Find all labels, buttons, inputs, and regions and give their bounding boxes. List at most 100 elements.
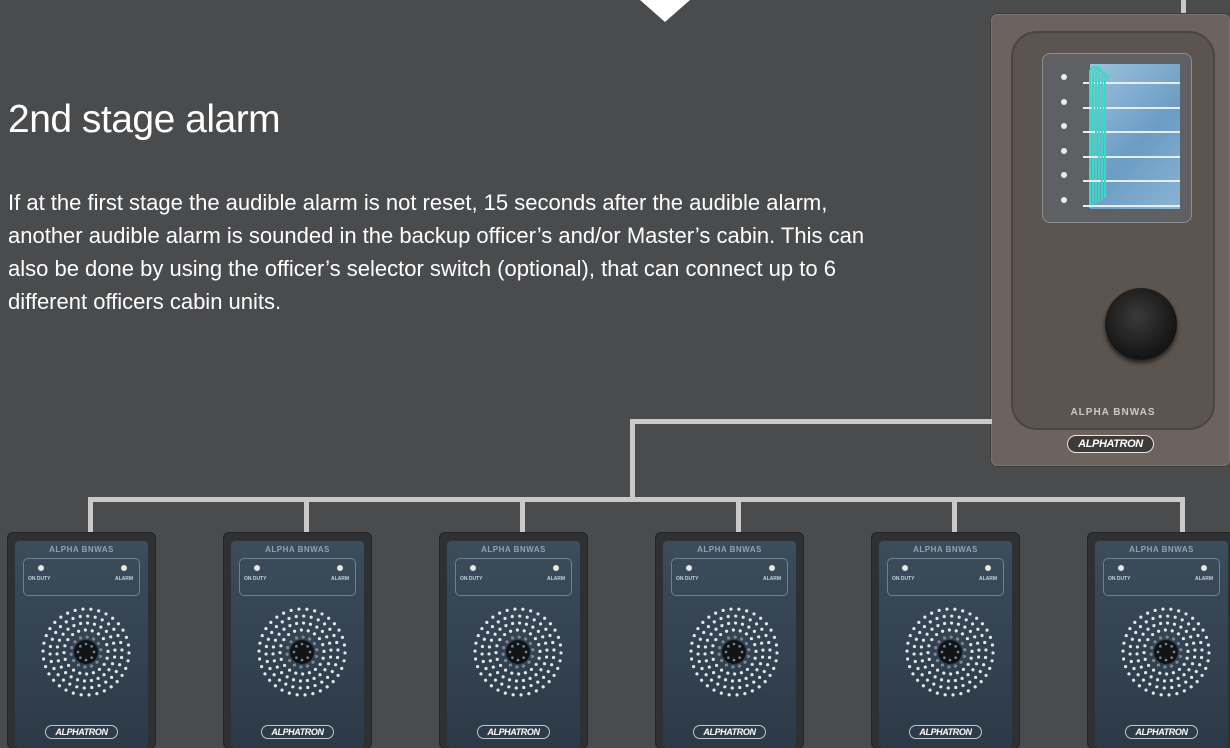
speaker-hole [498, 663, 503, 668]
cabin-unit-title: ALPHA BNWAS [1129, 545, 1194, 554]
speaker-hole [723, 678, 728, 682]
speaker-hole [536, 612, 540, 616]
speaker-hole [750, 662, 754, 667]
speaker-hole [940, 650, 944, 654]
cabin-unit-logo: ALPHATRON [879, 722, 1012, 740]
speaker-hole [970, 649, 974, 653]
speaker-hole [1129, 659, 1133, 664]
speaker-hole [320, 612, 324, 616]
speaker-hole [300, 642, 304, 646]
speaker-hole [558, 643, 563, 647]
speaker-hole [76, 650, 80, 654]
speaker-hole [712, 688, 716, 692]
speaker-hole [99, 648, 103, 652]
speaker-hole [1122, 641, 1126, 645]
speaker-hole [70, 632, 75, 637]
status-panel: ON DUTY ALARM [455, 558, 572, 596]
alarm-label: ALARM [1195, 576, 1214, 582]
speaker-hole [544, 641, 548, 645]
speaker-hole [41, 657, 46, 661]
display-line [1083, 180, 1180, 182]
speaker-hole [1187, 668, 1191, 672]
speaker-hole [89, 678, 93, 683]
on-duty-led [902, 565, 908, 571]
speaker-hole [55, 645, 60, 649]
speaker-hole [75, 685, 79, 689]
speaker-hole [53, 620, 57, 624]
speaker-hole [68, 682, 72, 686]
speaker-hole [948, 658, 952, 662]
speaker-hole [759, 616, 763, 620]
speaker-hole [1134, 630, 1138, 635]
speaker-hole [528, 676, 532, 680]
speaker-hole [710, 651, 714, 655]
speaker-hole [1141, 632, 1145, 636]
speaker-hole [494, 651, 498, 655]
speaker-hole [745, 683, 749, 688]
speaker-hole [486, 630, 490, 635]
speaker-hole [733, 635, 737, 639]
speaker-hole [511, 645, 514, 648]
speaker-hole [928, 671, 932, 675]
speaker-hole [1159, 645, 1162, 648]
speaker-hole [475, 665, 480, 669]
speaker-hole [1150, 645, 1154, 650]
speaker-hole [473, 649, 477, 653]
speaker-hole [717, 675, 721, 679]
speaker-hole [966, 662, 970, 667]
connector-vertical-main [630, 419, 635, 502]
speaker-hole [1163, 628, 1167, 632]
speaker-hole [690, 641, 694, 645]
speaker-hole [1170, 685, 1174, 690]
speaker-hole [496, 671, 500, 675]
speaker-hole [960, 676, 964, 680]
speaker-hole [524, 650, 528, 654]
status-panel: ON DUTY ALARM [887, 558, 1004, 596]
speaker-hole [1164, 658, 1168, 662]
speaker-hole [93, 615, 97, 619]
speaker-hole [930, 663, 935, 668]
status-panel: ON DUTY ALARM [23, 558, 140, 596]
speaker-hole [531, 648, 535, 652]
speaker-hole [764, 633, 768, 638]
speaker-hole [474, 641, 478, 645]
speaker-hole [517, 635, 521, 639]
speaker-hole [1185, 643, 1189, 647]
indicator-led [1061, 123, 1067, 129]
speaker-hole [1121, 657, 1126, 661]
speaker-hole [750, 673, 754, 677]
speaker-hole [936, 624, 940, 628]
control-knob[interactable] [1105, 288, 1177, 360]
indicator-led [1061, 98, 1067, 105]
speaker-hole [287, 691, 291, 695]
speaker-hole [971, 668, 975, 672]
speaker-hole [1194, 669, 1198, 674]
speaker-hole [940, 663, 945, 667]
indicator-led [1061, 147, 1067, 154]
speaker-hole [270, 630, 274, 635]
speaker-hole [72, 624, 76, 628]
speaker-hole [73, 608, 77, 612]
speaker-hole [1175, 692, 1179, 696]
speaker-hole [1182, 689, 1186, 693]
speaker-hole [919, 645, 924, 649]
speaker-hole [69, 675, 73, 679]
speaker-hole [1165, 672, 1169, 676]
speaker-hole [1179, 648, 1183, 652]
speaker-hole [124, 635, 129, 639]
on-duty-led [1118, 565, 1124, 571]
speaker-hole [696, 652, 700, 656]
speaker-hole [48, 626, 52, 631]
speaker-hole [77, 629, 81, 633]
speaker-hole [541, 685, 545, 689]
speaker-hole [705, 684, 709, 688]
speaker-hole [285, 652, 289, 656]
speaker-hole [719, 691, 723, 695]
speaker-hole [959, 692, 963, 696]
speaker-hole [1190, 662, 1195, 666]
speaker-hole [1177, 667, 1182, 672]
speaker-hole [714, 627, 718, 631]
alarm-led [337, 565, 343, 571]
speaker-hole [752, 612, 756, 616]
cabin-unit-face: ALPHA BNWAS ON DUTY ALARM ALPHATRON [447, 541, 580, 748]
